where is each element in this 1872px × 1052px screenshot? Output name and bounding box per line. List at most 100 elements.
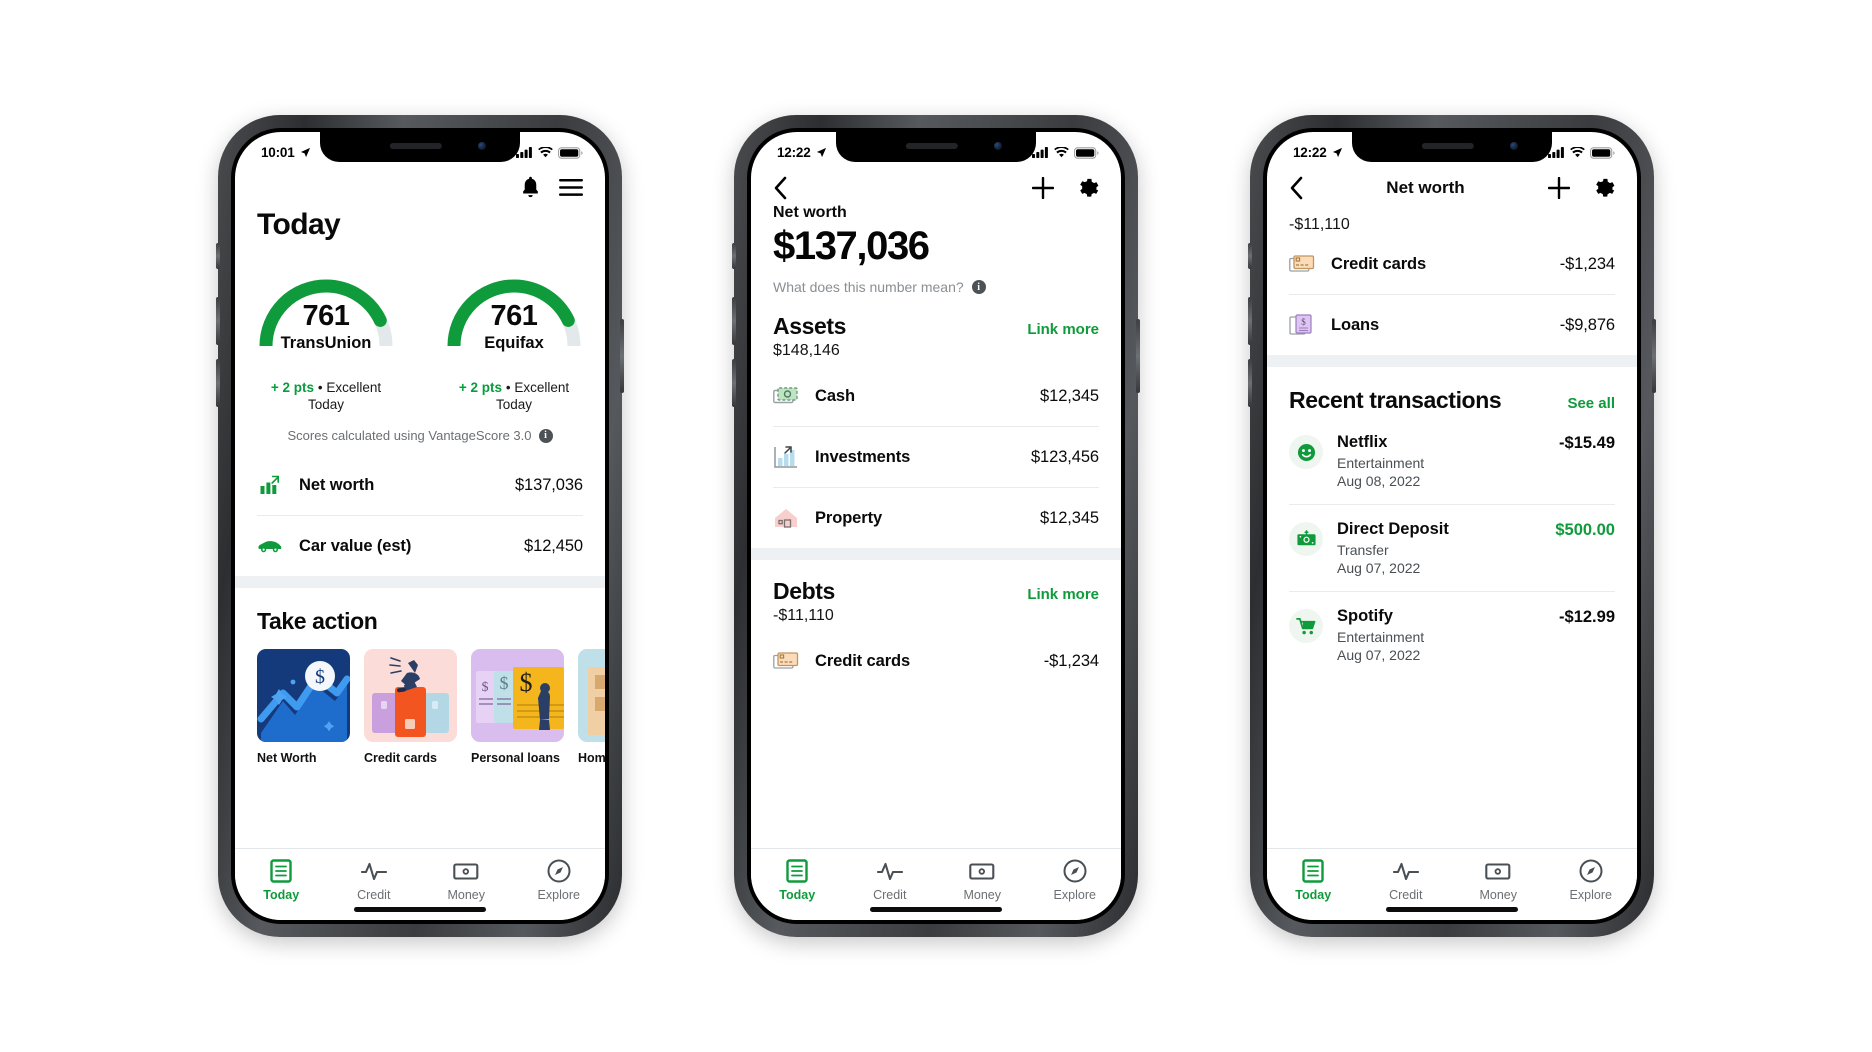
transaction-row[interactable]: Direct Deposit Transfer Aug 07, 2022 $50…	[1289, 505, 1615, 592]
tab-today[interactable]: Today	[235, 858, 328, 902]
gear-icon[interactable]	[1076, 177, 1099, 200]
debts-link-more-button[interactable]: Link more	[1027, 586, 1099, 603]
svg-text:$: $	[1301, 317, 1306, 327]
score-change: + 2 pts • Excellent	[439, 380, 589, 395]
top-bar-1	[235, 166, 605, 200]
list-item-car-value[interactable]: Car value (est) $12,450	[257, 516, 583, 576]
hamburger-menu-icon[interactable]	[559, 178, 583, 196]
power-button[interactable]	[1136, 319, 1140, 393]
gear-icon[interactable]	[1592, 177, 1615, 200]
take-action-carousel[interactable]: $ Net Worth Credit cards $ $ $ Personal …	[235, 649, 605, 765]
transaction-date: Aug 08, 2022	[1337, 473, 1421, 489]
score-card-equifax[interactable]: 761 Equifax + 2 pts • Excellent Today	[439, 260, 589, 412]
status-indicators	[1548, 146, 1615, 159]
list-item-credit-cards[interactable]: Credit cards -$1,234	[773, 631, 1099, 691]
tab-explore[interactable]: Explore	[1545, 858, 1638, 902]
list-item-net-worth[interactable]: Net worth $137,036	[257, 455, 583, 516]
net-worth-help-text: What does this number mean?	[773, 279, 964, 295]
mute-switch[interactable]	[1248, 243, 1252, 269]
see-all-button[interactable]: See all	[1567, 395, 1615, 412]
take-action-card-label: Net Worth	[257, 751, 317, 765]
back-chevron-icon[interactable]	[1289, 176, 1303, 200]
net-worth-help-link[interactable]: What does this number mean? i	[773, 279, 1099, 295]
personal-loans-illustration: $ $ $	[471, 649, 564, 742]
section-divider	[751, 548, 1121, 560]
status-bar-3: 12:22	[1267, 132, 1637, 166]
list-item-label: Property	[815, 508, 883, 527]
bell-icon[interactable]	[520, 176, 541, 198]
list-item-credit-cards[interactable]: Credit cards -$1,234	[1289, 234, 1615, 295]
tab-explore[interactable]: Explore	[513, 858, 606, 902]
power-button[interactable]	[620, 319, 624, 393]
transaction-row[interactable]: Netflix Entertainment Aug 08, 2022 -$15.…	[1289, 418, 1615, 505]
transaction-details: Direct Deposit Transfer Aug 07, 2022	[1337, 520, 1541, 576]
assets-link-more-button[interactable]: Link more	[1027, 321, 1099, 338]
assets-total: $148,146	[773, 342, 840, 359]
take-action-card-net-worth[interactable]: $ Net Worth	[257, 649, 350, 765]
volume-up-button[interactable]	[1248, 297, 1252, 345]
transaction-details: Spotify Entertainment Aug 07, 2022	[1337, 607, 1545, 663]
list-item-property[interactable]: Property $12,345	[773, 488, 1099, 548]
status-bar-2: 12:22	[751, 132, 1121, 166]
app-content-1: Today 761 TransUnion + 2 pts • Excellent…	[235, 166, 605, 848]
phone-bezel-2: 12:22 Net worth $137,036 What does this …	[747, 128, 1125, 924]
take-action-card-credit-cards[interactable]: Credit cards	[364, 649, 457, 765]
svg-text:$: $	[520, 668, 533, 697]
score-card-transunion[interactable]: 761 TransUnion + 2 pts • Excellent Today	[251, 260, 401, 412]
home-indicator[interactable]	[1386, 907, 1518, 912]
volume-down-button[interactable]	[216, 359, 220, 407]
debt-rows-3: Credit cards -$1,234 $ Loans -$9,876	[1267, 234, 1637, 355]
plus-icon[interactable]	[1547, 177, 1570, 199]
tab-credit[interactable]: Credit	[844, 858, 937, 902]
list-item-cash[interactable]: Cash $12,345	[773, 366, 1099, 427]
svg-text:$: $	[315, 666, 325, 688]
home-indicator[interactable]	[354, 907, 486, 912]
tab-money[interactable]: Money	[1452, 858, 1545, 902]
page-title: Today	[257, 208, 341, 241]
location-arrow-icon	[300, 147, 310, 158]
volume-up-button[interactable]	[216, 297, 220, 345]
transaction-row[interactable]: Spotify Entertainment Aug 07, 2022 -$12.…	[1289, 592, 1615, 678]
status-time: 12:22	[777, 145, 811, 160]
score-value: 761	[490, 300, 538, 332]
wifi-icon	[1570, 147, 1585, 158]
home-indicator[interactable]	[870, 907, 1002, 912]
list-item-loans[interactable]: $ Loans -$9,876	[1289, 295, 1615, 355]
tab-explore[interactable]: Explore	[1029, 858, 1122, 902]
pulse-icon	[1360, 858, 1453, 884]
tab-today[interactable]: Today	[751, 858, 844, 902]
debts-total: -$11,110	[1289, 216, 1350, 233]
transaction-category: Entertainment	[1337, 455, 1425, 471]
mute-switch[interactable]	[732, 243, 736, 269]
net-worth-header: Net worth $137,036 What does this number…	[751, 202, 1121, 295]
tab-money[interactable]: Money	[420, 858, 513, 902]
score-date: Today	[495, 397, 533, 412]
volume-up-button[interactable]	[732, 297, 736, 345]
score-value: 761	[302, 300, 350, 332]
transaction-date: Aug 07, 2022	[1337, 560, 1421, 576]
nav-bar-3: Net worth	[1267, 166, 1637, 210]
tab-money[interactable]: Money	[936, 858, 1029, 902]
mute-switch[interactable]	[216, 243, 220, 269]
info-icon[interactable]: i	[538, 428, 553, 443]
score-bureau: Equifax	[484, 334, 544, 352]
compass-icon	[1545, 858, 1638, 884]
tab-credit[interactable]: Credit	[328, 858, 421, 902]
net-worth-label: Net worth	[773, 204, 847, 221]
tab-label: Explore	[1569, 888, 1612, 902]
back-chevron-icon[interactable]	[773, 176, 787, 200]
volume-down-button[interactable]	[732, 359, 736, 407]
tab-today[interactable]: Today	[1267, 858, 1360, 902]
score-delta-points: + 2 pts	[458, 380, 503, 395]
list-item-value: -$9,876	[1559, 315, 1615, 334]
info-icon[interactable]: i	[971, 280, 986, 294]
take-action-card-personal-loans[interactable]: $ $ $ Personal loans	[471, 649, 564, 765]
list-item-investments[interactable]: Investments $123,456	[773, 427, 1099, 488]
volume-down-button[interactable]	[1248, 359, 1252, 407]
list-item-label: Net worth	[299, 475, 375, 494]
tab-credit[interactable]: Credit	[1360, 858, 1453, 902]
plus-icon[interactable]	[1032, 177, 1054, 199]
take-action-card-home-loans[interactable]: Home lo	[578, 649, 605, 765]
credit-card-icon	[1289, 251, 1315, 277]
power-button[interactable]	[1652, 319, 1656, 393]
